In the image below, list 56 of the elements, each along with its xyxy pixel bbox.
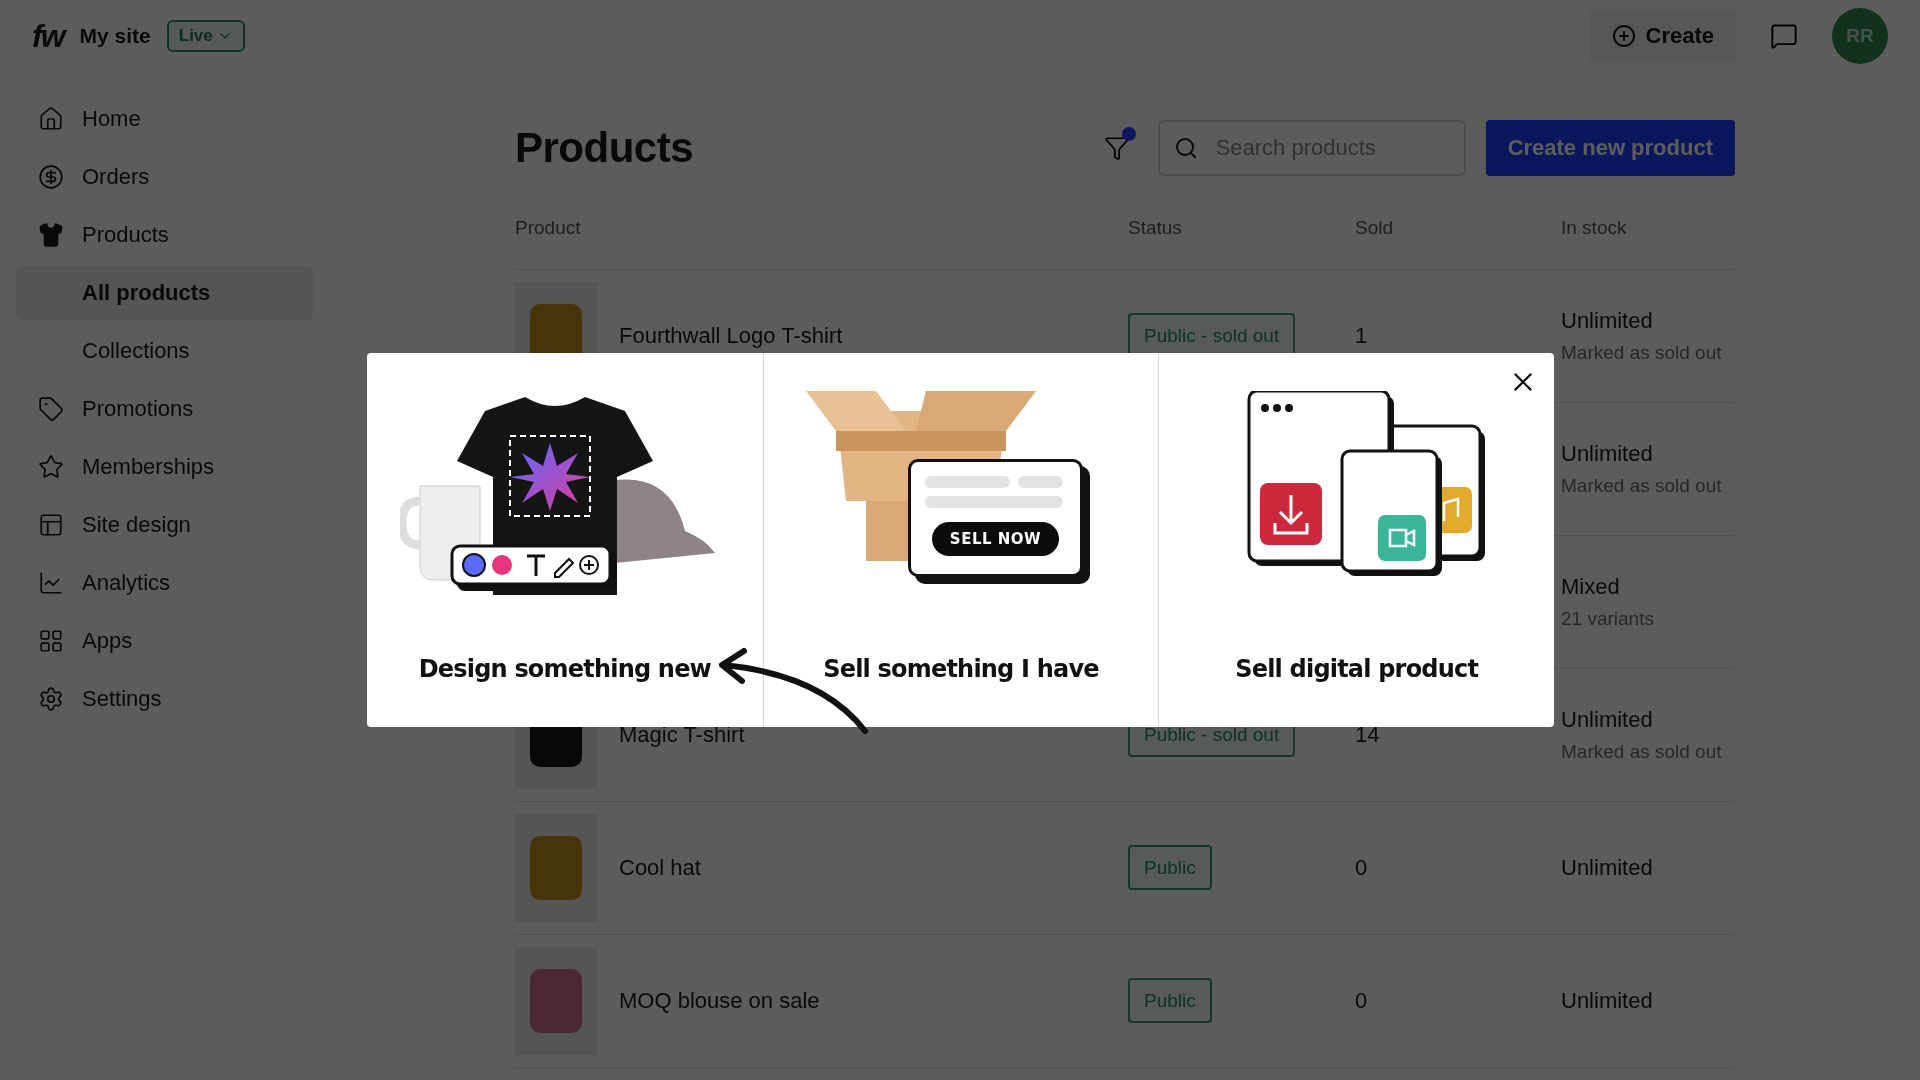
sidebar-icon <box>38 106 64 132</box>
stock-value: Unlimited <box>1561 308 1654 334</box>
sidebar-icon <box>38 396 64 422</box>
product-name[interactable]: Fourthwall Logo T-shirt <box>619 323 843 349</box>
column-header: Product <box>515 216 582 239</box>
sold-count: 0 <box>1355 855 1368 880</box>
stock-value: Unlimited <box>1561 988 1654 1014</box>
product-type-option[interactable]: Sell digital product <box>1158 353 1554 727</box>
chat-icon <box>1770 22 1798 50</box>
column-header: Sold <box>1355 216 1395 239</box>
stock-value: Unlimited <box>1561 441 1654 467</box>
logo[interactable]: fw <box>32 17 64 55</box>
option-label: Sell something I have <box>823 655 1099 683</box>
product-type-option[interactable]: SELL NOW Sell something I have <box>762 353 1159 727</box>
sidebar-icon <box>38 570 64 596</box>
sidebar-icon <box>38 164 64 190</box>
sidebar-item[interactable]: Products <box>16 206 313 264</box>
sidebar-item[interactable]: Settings <box>16 670 313 728</box>
option-label: Sell digital product <box>1235 655 1479 683</box>
stock-value: Unlimited <box>1561 707 1654 733</box>
option-label: Design something new <box>418 655 711 683</box>
column-header: In stock <box>1561 216 1628 239</box>
sidebar-icon <box>38 512 64 538</box>
sidebar-item[interactable]: Apps <box>16 612 313 670</box>
sell-now-badge: SELL NOW <box>931 522 1060 556</box>
sidebar-item[interactable]: Memberships <box>16 438 313 496</box>
sidebar-subitem[interactable]: All products <box>16 266 313 320</box>
sold-count: 1 <box>1355 323 1368 348</box>
sidebar-item[interactable]: Promotions <box>16 380 313 438</box>
sidebar-icon <box>38 454 64 480</box>
sold-count: 0 <box>1355 988 1368 1013</box>
sidebar-item[interactable]: Analytics <box>16 554 313 612</box>
stock-value: Unlimited <box>1561 855 1654 881</box>
sidebar-subitem[interactable]: Collections <box>16 324 313 378</box>
create-button[interactable]: Create <box>1589 9 1736 63</box>
sidebar-item[interactable]: Site design <box>16 496 313 554</box>
sidebar-icon <box>38 686 64 712</box>
product-name[interactable]: Cool hat <box>619 855 701 881</box>
sidebar-icon <box>38 628 64 654</box>
sidebar-icon <box>38 222 64 248</box>
product-type-option[interactable]: Design something new <box>367 353 763 727</box>
sidebar-item[interactable]: Orders <box>16 148 313 206</box>
product-name[interactable]: MOQ blouse on sale <box>619 988 820 1014</box>
site-status-dropdown[interactable]: Live <box>166 20 245 52</box>
status-badge: Public <box>1128 978 1212 1023</box>
status-badge: Public <box>1128 845 1212 890</box>
create-product-button[interactable]: Create new product <box>1485 120 1735 176</box>
stock-value: Mixed <box>1561 574 1621 600</box>
site-name: My site <box>79 24 151 48</box>
filter-icon <box>1103 135 1130 161</box>
sidebar-item[interactable]: Home <box>16 90 313 148</box>
plus-icon <box>1611 24 1636 48</box>
page-title: Products <box>515 124 695 172</box>
placeholder-line <box>1018 476 1063 488</box>
column-header: Status <box>1128 216 1183 239</box>
search-icon <box>1173 136 1198 160</box>
